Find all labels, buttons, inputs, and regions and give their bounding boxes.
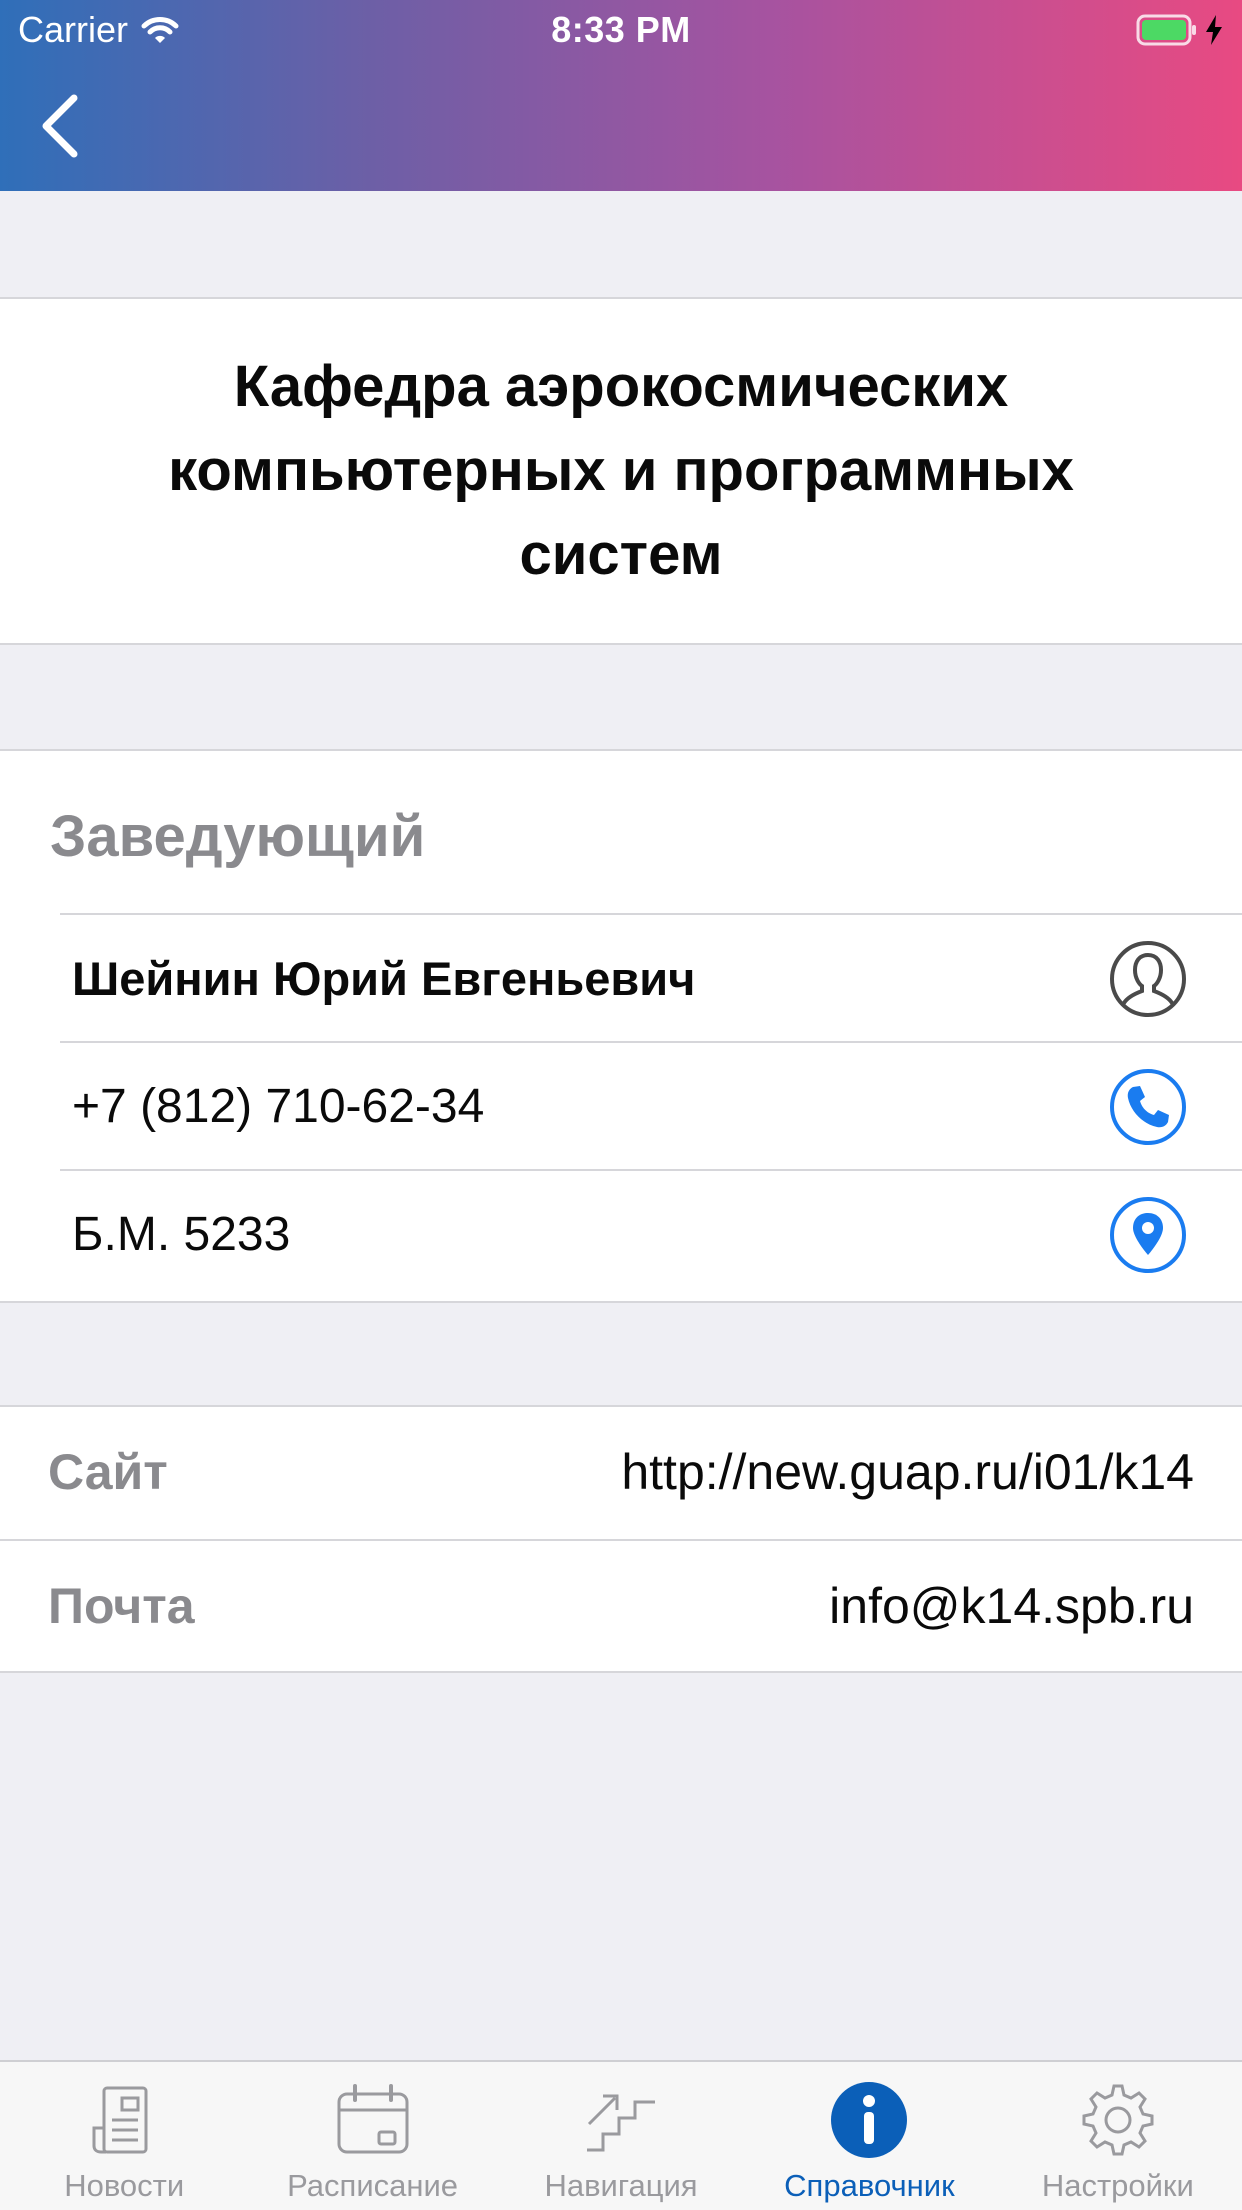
tab-news-label: Новости (64, 2168, 185, 2203)
links-card: Сайт http://new.guap.ru/i01/k14 Почта in… (0, 1405, 1242, 1673)
tab-settings-label: Настройки (1041, 2168, 1194, 2203)
location-pin-icon[interactable] (1108, 1195, 1188, 1275)
head-section-title: Заведующий (50, 804, 426, 869)
tab-bar: Новости Расписание Навигация Справочник (0, 2060, 1242, 2210)
tab-schedule[interactable]: Расписание (248, 2062, 496, 2210)
tab-directory-label: Справочник (784, 2168, 955, 2203)
back-button[interactable] (30, 90, 90, 162)
info-icon (831, 2082, 908, 2158)
battery-icon (1136, 14, 1196, 46)
tab-schedule-label: Расписание (287, 2168, 459, 2203)
head-phone: +7 (812) 710-62-34 (72, 1080, 485, 1133)
site-link[interactable]: http://new.guap.ru/i01/k14 (621, 1407, 1194, 1538)
site-row[interactable]: Сайт http://new.guap.ru/i01/k14 (0, 1407, 1242, 1538)
head-card: Заведующий Шейнин Юрий Евгеньевич +7 (81… (0, 749, 1242, 1303)
charging-bolt-icon (1206, 15, 1222, 45)
tab-settings[interactable]: Настройки (994, 2062, 1242, 2210)
tab-news[interactable]: Новости (0, 2062, 248, 2210)
head-phone-row[interactable]: +7 (812) 710-62-34 (60, 1041, 1242, 1171)
battery-indicator (1136, 13, 1224, 47)
stairs-icon (587, 2094, 656, 2152)
person-icon[interactable] (1108, 939, 1188, 1019)
head-name-row[interactable]: Шейнин Юрий Евгеньевич (60, 913, 1242, 1043)
head-room-row[interactable]: Б.М. 5233 (60, 1169, 1242, 1299)
status-bar: Carrier 8:33 PM (0, 0, 1242, 60)
mail-label: Почта (48, 1578, 195, 1634)
navigation-header: Carrier 8:33 PM (0, 0, 1242, 191)
tab-navigation[interactable]: Навигация (497, 2062, 745, 2210)
site-label: Сайт (48, 1444, 168, 1500)
gear-icon (1082, 2084, 1154, 2156)
status-time: 8:33 PM (551, 9, 691, 50)
chevron-left-icon (42, 94, 78, 158)
mail-link[interactable]: info@k14.spb.ru (829, 1541, 1194, 1672)
phone-icon[interactable] (1108, 1067, 1188, 1147)
newspaper-icon (92, 2086, 148, 2154)
calendar-icon (337, 2084, 409, 2154)
head-room: Б.М. 5233 (72, 1208, 291, 1261)
head-name: Шейнин Юрий Евгеньевич (72, 952, 696, 1005)
tab-directory[interactable]: Справочник (745, 2062, 993, 2210)
department-card: Кафедра аэрокосмических компьютерных и п… (0, 297, 1242, 645)
mail-row[interactable]: Почта info@k14.spb.ru (0, 1539, 1242, 1672)
tab-navigation-label: Навигация (544, 2168, 698, 2203)
department-title: Кафедра аэрокосмических компьютерных и п… (168, 354, 1074, 587)
